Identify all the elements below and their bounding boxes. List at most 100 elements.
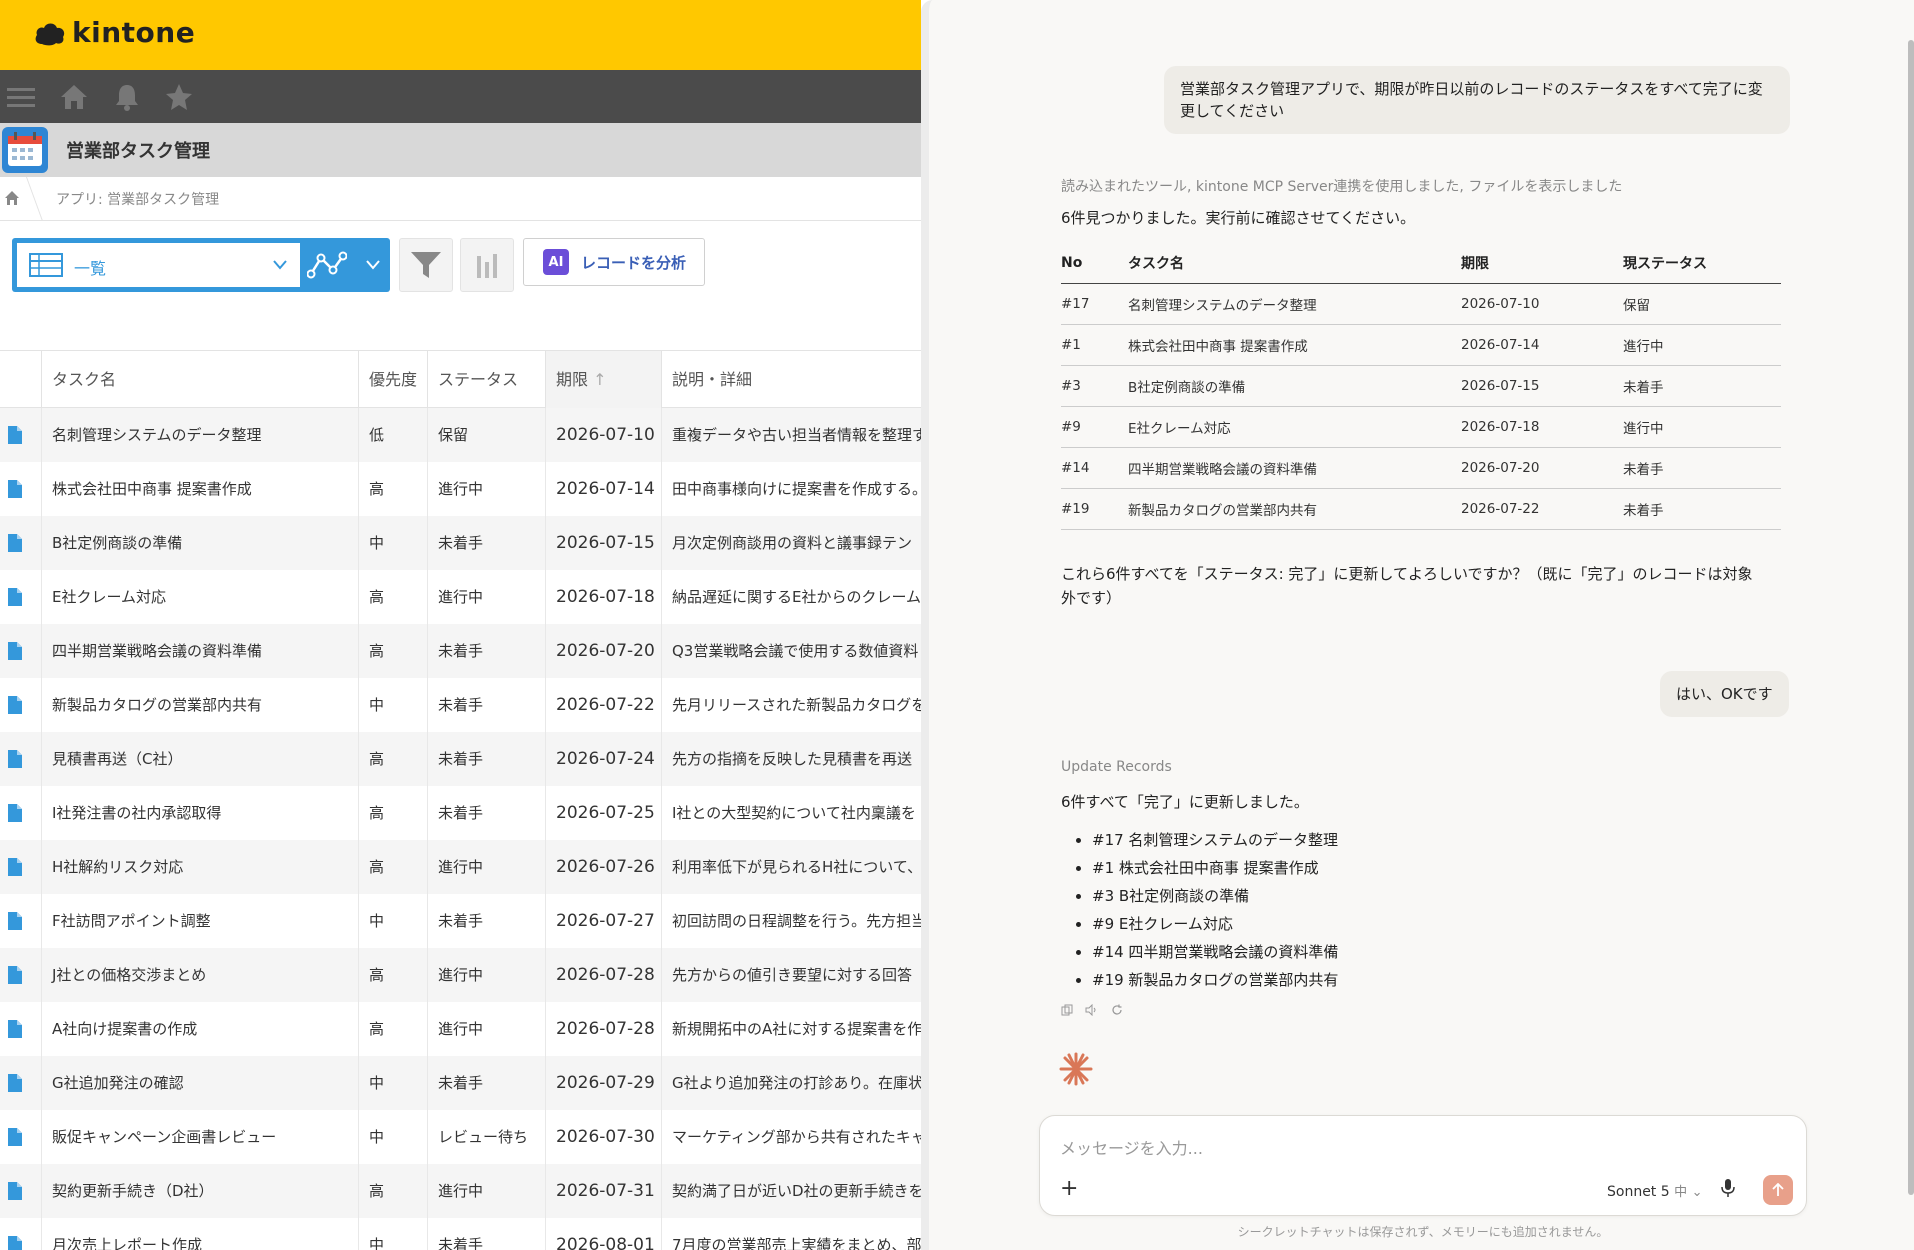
table-row[interactable]: 四半期営業戦略会議の資料準備高未着手 2026-07-20 Q3営業戦略会議で使用す…: [0, 624, 921, 678]
record-detail-icon[interactable]: [8, 966, 22, 984]
cell-priority: 高: [358, 624, 427, 678]
table-row[interactable]: H社解約リスク対応高進行中 2026-07-26 利用率低下が見られるH社について、: [0, 840, 921, 894]
cell-task: 契約更新手続き（D社）: [41, 1164, 358, 1218]
record-detail-icon[interactable]: [8, 696, 22, 714]
graph-chevron-down-icon: [366, 260, 380, 270]
cell-priority: 高: [358, 786, 427, 840]
message-composer: + Sonnet 5 中 ⌄: [1039, 1115, 1807, 1216]
preview-table-row: #14 四半期営業戦略会議の資料準備 2026-07-20 未着手: [1061, 447, 1781, 489]
cell-priority: 中: [358, 678, 427, 732]
cell-desc: 月次定例商談用の資料と議事録テン: [661, 516, 921, 570]
cell-status: 未着手: [427, 894, 545, 948]
column-header-task[interactable]: タスク名: [41, 351, 358, 409]
records-preview-table: No タスク名 期限 現ステータス #17 名刺管理システムのデータ整理 2026-…: [1061, 243, 1781, 530]
cell-desc: 先月リリースされた新製品カタログを: [661, 678, 921, 732]
chat-scrollbar[interactable]: [1908, 40, 1914, 1195]
record-detail-icon[interactable]: [8, 750, 22, 768]
table-row[interactable]: 販促キャンペーン企画書レビュー中レビュー待ち 2026-07-30 マーケティング部…: [0, 1110, 921, 1164]
preview-cell-status: 保留: [1623, 283, 1781, 325]
table-row[interactable]: B社定例商談の準備中未着手 2026-07-15 月次定例商談用の資料と議事録テン: [0, 516, 921, 570]
send-button[interactable]: [1763, 1175, 1793, 1205]
record-detail-icon[interactable]: [8, 1074, 22, 1092]
sort-asc-icon: ↑: [593, 370, 607, 389]
filter-button[interactable]: [399, 238, 453, 292]
table-row[interactable]: 名刺管理システムのデータ整理低保留 2026-07-10 重複データや古い担当者情報…: [0, 408, 921, 462]
breadcrumb-app-link[interactable]: アプリ: 営業部タスク管理: [56, 189, 219, 209]
cell-desc: 契約満了日が近いD社の更新手続きを: [661, 1164, 921, 1218]
record-detail-icon[interactable]: [8, 426, 22, 444]
cell-due: 2026-07-28: [545, 1002, 661, 1056]
cell-due: 2026-07-27: [545, 894, 661, 948]
view-selector[interactable]: 一覧: [12, 238, 390, 292]
table-row[interactable]: J社との価格交渉まとめ高進行中 2026-07-28 先方からの値引き要望に対する回…: [0, 948, 921, 1002]
cell-status: 未着手: [427, 516, 545, 570]
cell-priority: 中: [358, 1218, 427, 1250]
kintone-logo[interactable]: kintone: [34, 16, 195, 49]
table-row[interactable]: A社向け提案書の作成高進行中 2026-07-28 新規開拓中のA社に対する提案書を…: [0, 1002, 921, 1056]
cell-task: J社との価格交渉まとめ: [41, 948, 358, 1002]
list-item: #3 B社定例商談の準備: [1092, 882, 1338, 910]
cell-status: 進行中: [427, 1002, 545, 1056]
cell-task: E社クレーム対応: [41, 570, 358, 624]
cell-due: 2026-07-31: [545, 1164, 661, 1218]
record-detail-icon[interactable]: [8, 642, 22, 660]
breadcrumb-home-icon[interactable]: [4, 190, 20, 210]
record-detail-icon[interactable]: [8, 588, 22, 606]
record-detail-icon[interactable]: [8, 1182, 22, 1200]
column-header-desc[interactable]: 説明・詳細: [661, 351, 921, 409]
preview-cell-status: 未着手: [1623, 488, 1781, 530]
model-name: Sonnet 5: [1607, 1184, 1670, 1200]
menu-icon[interactable]: [6, 82, 36, 112]
cell-task: A社向け提案書の作成: [41, 1002, 358, 1056]
graph-icon: [307, 251, 347, 279]
microphone-icon[interactable]: [1720, 1178, 1736, 1202]
update-result-text: 6件すべて「完了」に更新しました。: [1061, 793, 1309, 811]
tools-used-summary[interactable]: 読み込まれたツール, kintone MCP Server連携を使用しました, …: [1061, 176, 1622, 196]
chart-button[interactable]: [460, 238, 514, 292]
analyze-records-button[interactable]: AI レコードを分析: [523, 238, 705, 286]
cell-due: 2026-07-10: [545, 408, 661, 462]
speaker-icon[interactable]: [1085, 1003, 1099, 1020]
cell-priority: 高: [358, 570, 427, 624]
table-row[interactable]: 新製品カタログの営業部内共有中未着手 2026-07-22 先月リリースされた新製品…: [0, 678, 921, 732]
view-dropdown[interactable]: 一覧: [17, 243, 300, 287]
table-row[interactable]: 契約更新手続き（D社）高進行中 2026-07-31 契約満了日が近いD社の更新手続…: [0, 1164, 921, 1218]
column-header-due[interactable]: 期限 ↑: [545, 351, 661, 409]
preview-cell-no: #9: [1061, 406, 1128, 448]
table-row[interactable]: 見積書再送（C社）高未着手 2026-07-24 先方の指摘を反映した見積書を再送: [0, 732, 921, 786]
copy-icon[interactable]: [1061, 1004, 1073, 1020]
breadcrumb-separator: [25, 177, 44, 221]
home-icon[interactable]: [59, 82, 89, 112]
cell-status: 進行中: [427, 462, 545, 516]
table-row[interactable]: G社追加発注の確認中未着手 2026-07-29 G社より追加発注の打診あり。在庫状: [0, 1056, 921, 1110]
column-header-status[interactable]: ステータス: [427, 351, 545, 409]
column-header-priority[interactable]: 優先度: [358, 351, 427, 409]
table-row[interactable]: F社訪問アポイント調整中未着手 2026-07-27 初回訪問の日程調整を行う。先方…: [0, 894, 921, 948]
table-row[interactable]: 月次売上レポート作成中未着手 2026-08-01 7月度の営業部売上実績をまとめ、…: [0, 1218, 921, 1250]
star-icon[interactable]: [164, 82, 194, 112]
cell-due: 2026-07-30: [545, 1110, 661, 1164]
table-row[interactable]: I社発注書の社内承認取得高未着手 2026-07-25 I社との大型契約について社内…: [0, 786, 921, 840]
list-item: #9 E社クレーム対応: [1092, 910, 1338, 938]
cell-status: 未着手: [427, 678, 545, 732]
record-detail-icon[interactable]: [8, 804, 22, 822]
update-records-tool-label[interactable]: Update Records: [1061, 759, 1172, 775]
table-row[interactable]: 株式会社田中商事 提案書作成高進行中 2026-07-14 田中商事様向けに提案書を…: [0, 462, 921, 516]
cell-status: 進行中: [427, 840, 545, 894]
graph-menu-button[interactable]: [300, 238, 390, 292]
record-detail-icon[interactable]: [8, 534, 22, 552]
record-detail-icon[interactable]: [8, 1020, 22, 1038]
record-detail-icon[interactable]: [8, 1128, 22, 1146]
record-detail-icon[interactable]: [8, 858, 22, 876]
cell-desc: マーケティング部から共有されたキャ: [661, 1110, 921, 1164]
bell-icon[interactable]: [112, 82, 142, 112]
cell-priority: 高: [358, 1164, 427, 1218]
retry-icon[interactable]: [1111, 1004, 1123, 1020]
model-selector[interactable]: Sonnet 5 中 ⌄: [1607, 1181, 1703, 1200]
record-detail-icon[interactable]: [8, 1236, 22, 1250]
record-detail-icon[interactable]: [8, 480, 22, 498]
table-row[interactable]: E社クレーム対応高進行中 2026-07-18 納品遅延に関するE社からのクレーム: [0, 570, 921, 624]
add-attachment-button[interactable]: +: [1060, 1176, 1078, 1201]
message-input[interactable]: [1060, 1134, 1760, 1162]
record-detail-icon[interactable]: [8, 912, 22, 930]
